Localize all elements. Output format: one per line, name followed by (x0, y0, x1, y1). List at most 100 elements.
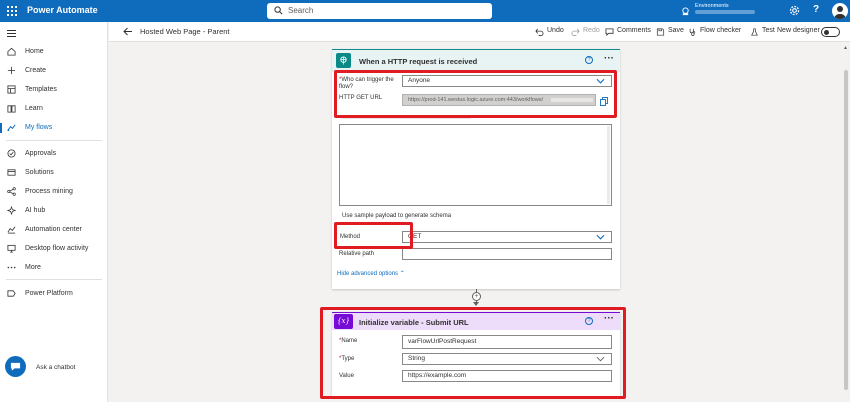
more-options-icon[interactable]: ··· (604, 313, 614, 324)
help-icon[interactable]: ? (585, 317, 593, 325)
variable-card-title: Initialize variable - Submit URL (359, 318, 469, 327)
nav-divider (6, 279, 102, 280)
sidebar-item-label: AI hub (25, 207, 46, 214)
trigger-card-title: When a HTTP request is received (359, 57, 478, 66)
hide-advanced-options-text: Hide advanced options (337, 271, 399, 277)
sidebar-item-ai-hub[interactable]: AI hub (0, 203, 108, 219)
redo-icon (571, 28, 580, 36)
method-value: GET (408, 233, 422, 240)
scroll-up-icon[interactable]: ▲ (843, 45, 848, 51)
variable-card-header[interactable]: {x} Initialize variable - Submit URL ? ·… (332, 313, 620, 330)
add-step-plus-icon[interactable]: + (472, 292, 481, 301)
trigger-card-header[interactable]: When a HTTP request is received ? ··· (332, 50, 620, 72)
chatbot-icon (10, 362, 21, 371)
left-navigation: Home Create Templates Learn My flows App… (0, 22, 108, 402)
who-can-trigger-label: *Who can trigger the flow? (339, 77, 394, 90)
chatbot-button[interactable] (5, 356, 26, 377)
use-sample-payload-link[interactable]: Use sample payload to generate schema (342, 213, 451, 219)
http-get-url-label: HTTP GET URL (339, 95, 383, 101)
relative-path-input[interactable] (402, 248, 612, 260)
request-body-schema-input[interactable] (339, 124, 612, 206)
user-avatar[interactable] (832, 3, 848, 19)
hamburger-menu-icon[interactable] (7, 30, 16, 39)
sidebar-item-label: Approvals (25, 150, 57, 157)
sidebar-item-process-mining[interactable]: Process mining (0, 184, 108, 200)
search-placeholder: Search (288, 6, 314, 15)
app-name[interactable]: Power Automate (27, 5, 98, 15)
sidebar-item-label: Create (25, 67, 47, 74)
environment-picker[interactable]: Environments (681, 3, 771, 18)
save-icon (656, 28, 665, 36)
more-icon (7, 266, 16, 269)
more-options-icon[interactable]: ··· (604, 53, 614, 64)
approvals-icon (7, 149, 16, 158)
http-request-icon (336, 53, 351, 68)
sidebar-item-automation-center[interactable]: Automation center (0, 222, 108, 238)
http-get-url-value: https://prod-141.westus.logic.azure.com:… (408, 97, 544, 103)
back-arrow-icon[interactable] (123, 27, 133, 36)
test-label: Test (762, 27, 775, 34)
desktop-flow-icon (7, 244, 16, 253)
plus-icon (7, 66, 16, 75)
sidebar-item-label: Templates (25, 86, 57, 93)
sidebar-item-label: Solutions (25, 169, 54, 176)
settings-gear-icon[interactable] (789, 5, 800, 16)
copy-icon[interactable] (600, 97, 608, 106)
new-designer-text: New designer (777, 27, 820, 34)
sidebar-item-label: Learn (25, 105, 43, 112)
method-label: Method (340, 234, 361, 240)
sidebar-item-label: Desktop flow activity (25, 245, 89, 252)
help-icon[interactable]: ? (813, 4, 819, 15)
top-bar: Power Automate Search Environments ? (0, 0, 850, 22)
comment-icon (605, 28, 614, 36)
variable-type-value: String (408, 355, 425, 362)
sidebar-item-my-flows[interactable]: My flows (0, 120, 108, 136)
sidebar-item-label: Power Platform (25, 290, 73, 297)
who-can-trigger-dropdown[interactable]: Anyone (402, 75, 612, 87)
sidebar-item-more[interactable]: More (0, 260, 108, 276)
method-dropdown[interactable]: GET (402, 231, 612, 243)
chevron-down-icon (596, 356, 605, 362)
sidebar-item-templates[interactable]: Templates (0, 82, 108, 98)
chevron-up-icon: ⌃ (399, 271, 405, 277)
help-icon[interactable]: ? (585, 56, 593, 64)
connector-arrow-icon (473, 302, 479, 306)
app-launcher-icon[interactable] (7, 6, 17, 16)
stethoscope-icon (689, 28, 696, 36)
book-icon (7, 105, 16, 113)
undo-label: Undo (547, 27, 564, 34)
sidebar-item-solutions[interactable]: Solutions (0, 165, 108, 181)
chevron-down-icon (596, 78, 605, 84)
relative-path-label: Relative path (339, 251, 375, 257)
home-icon (7, 47, 16, 56)
redo-label: Redo (583, 27, 600, 34)
command-bar: Hosted Web Page - Parent Undo Redo Comme… (109, 22, 850, 42)
environment-value-redacted (695, 10, 755, 14)
who-can-trigger-value: Anyone (408, 77, 431, 84)
sidebar-item-create[interactable]: Create (0, 63, 108, 79)
variable-type-dropdown[interactable]: String (402, 353, 612, 365)
sidebar-item-label: My flows (25, 124, 53, 131)
sidebar-item-desktop-flow-activity[interactable]: Desktop flow activity (0, 241, 108, 257)
variable-name-input[interactable]: varFlowUrlPostRequest (402, 335, 612, 349)
variable-value-text: https://example.com (408, 372, 467, 379)
nav-divider (6, 140, 102, 141)
hide-advanced-options-link[interactable]: Hide advanced options ⌃ (337, 270, 405, 277)
new-designer-toggle[interactable] (821, 27, 840, 37)
sidebar-item-label: Automation center (25, 226, 82, 233)
search-box[interactable]: Search (267, 3, 492, 19)
sidebar-item-approvals[interactable]: Approvals (0, 146, 108, 162)
url-redacted (551, 98, 593, 102)
canvas-scrollbar-thumb[interactable] (844, 70, 848, 390)
variable-value-input[interactable]: https://example.com (402, 370, 612, 382)
sidebar-item-label: Process mining (25, 188, 73, 195)
chatbot-label[interactable]: Ask a chatbot (36, 364, 75, 371)
flow-checker-label: Flow checker (700, 27, 742, 34)
variable-name-value: varFlowUrlPostRequest (408, 338, 477, 345)
sidebar-item-home[interactable]: Home (0, 44, 108, 60)
sidebar-item-learn[interactable]: Learn (0, 101, 108, 117)
http-get-url-field[interactable]: https://prod-141.westus.logic.azure.com:… (402, 94, 596, 106)
sidebar-item-power-platform[interactable]: Power Platform (0, 286, 108, 302)
automation-center-icon (7, 226, 16, 234)
variable-value-label: Value (339, 373, 354, 379)
